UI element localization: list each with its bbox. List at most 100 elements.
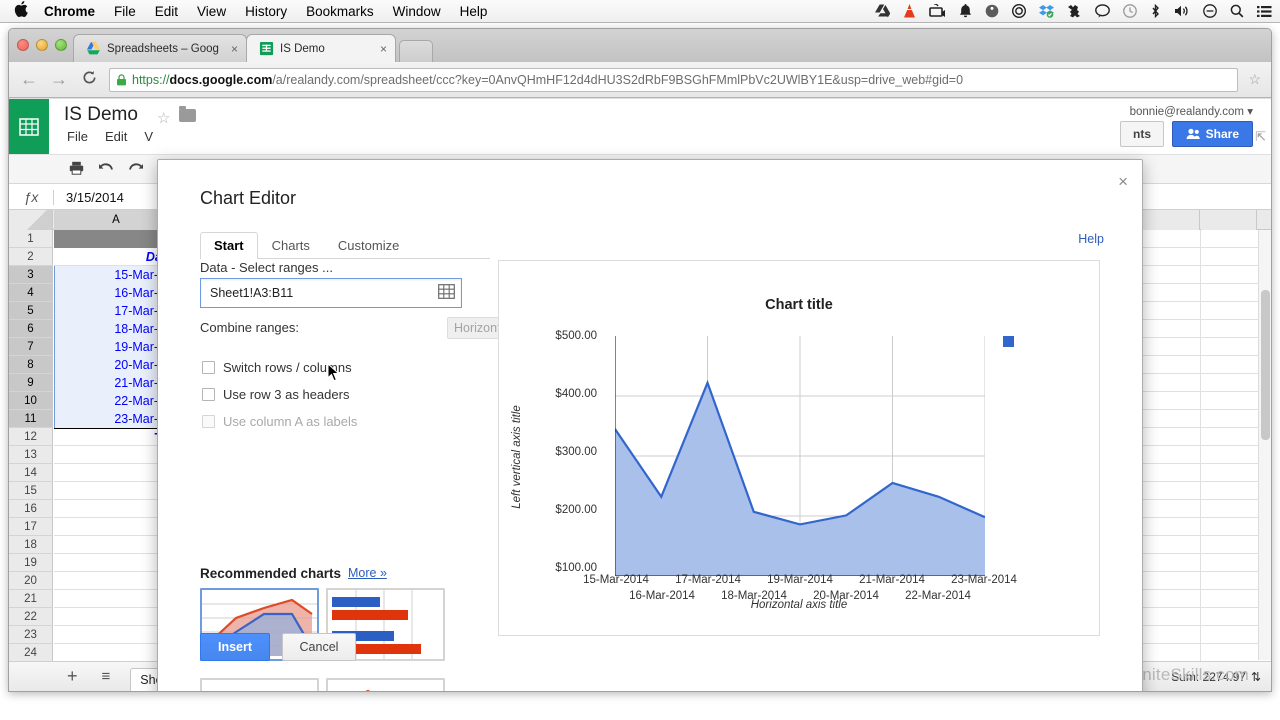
- row-header[interactable]: 10: [9, 392, 53, 410]
- redo-icon[interactable]: [128, 161, 144, 177]
- chat-bubble-icon[interactable]: [1095, 4, 1110, 18]
- move-to-folder-icon[interactable]: [179, 106, 196, 122]
- row-header[interactable]: 1: [9, 230, 53, 248]
- checkbox-box[interactable]: [202, 361, 215, 374]
- comments-button[interactable]: nts: [1120, 121, 1164, 147]
- google-sheets-logo-icon[interactable]: [9, 99, 49, 154]
- close-icon[interactable]: ×: [374, 42, 387, 56]
- reload-icon[interactable]: [79, 70, 99, 90]
- menu-chrome[interactable]: Chrome: [44, 4, 95, 19]
- row-header[interactable]: 22: [9, 608, 53, 626]
- vlc-cone-icon[interactable]: [903, 4, 916, 18]
- undo-icon[interactable]: [98, 161, 114, 177]
- add-sheet-button[interactable]: +: [67, 666, 78, 687]
- sum-stepper-icon[interactable]: ⇅: [1251, 670, 1261, 684]
- maximize-window-button[interactable]: [55, 39, 67, 51]
- select-all-corner[interactable]: [9, 210, 53, 230]
- column-header-next[interactable]: [1201, 210, 1257, 230]
- bookmark-star-icon[interactable]: ☆: [1248, 71, 1261, 88]
- do-not-disturb-icon[interactable]: [1203, 4, 1217, 18]
- line-chart-thumbnail[interactable]: [326, 678, 445, 691]
- row-header[interactable]: 20: [9, 572, 53, 590]
- airplay-icon[interactable]: [929, 4, 946, 18]
- star-document-icon[interactable]: ☆: [157, 109, 170, 127]
- tab-charts[interactable]: Charts: [258, 232, 324, 259]
- row-header[interactable]: 2: [9, 248, 53, 266]
- row-header[interactable]: 5: [9, 302, 53, 320]
- row-header[interactable]: 14: [9, 464, 53, 482]
- row-header[interactable]: 13: [9, 446, 53, 464]
- cancel-button[interactable]: Cancel: [282, 633, 356, 661]
- tab-is-demo[interactable]: IS Demo ×: [246, 34, 397, 62]
- print-icon[interactable]: [69, 161, 84, 178]
- row-header[interactable]: 7: [9, 338, 53, 356]
- menu-bookmarks[interactable]: Bookmarks: [306, 4, 374, 19]
- row-header[interactable]: 15: [9, 482, 53, 500]
- account-label[interactable]: bonnie@realandy.com ▾: [1130, 104, 1253, 118]
- row-header[interactable]: 16: [9, 500, 53, 518]
- row-header[interactable]: 11: [9, 410, 53, 428]
- range-input[interactable]: Sheet1!A3:B11: [200, 278, 462, 308]
- row-header[interactable]: 17: [9, 518, 53, 536]
- sheets-menu-edit[interactable]: Edit: [105, 129, 127, 144]
- tab-customize[interactable]: Customize: [324, 232, 413, 259]
- volume-icon[interactable]: [1174, 4, 1190, 18]
- menu-edit[interactable]: Edit: [155, 4, 178, 19]
- row-header[interactable]: 4: [9, 284, 53, 302]
- row-header[interactable]: 3: [9, 266, 53, 284]
- row-header[interactable]: 21: [9, 590, 53, 608]
- close-window-button[interactable]: [17, 39, 29, 51]
- bartender-icon[interactable]: [1067, 4, 1082, 18]
- row-header[interactable]: 18: [9, 536, 53, 554]
- menu-file[interactable]: File: [114, 4, 136, 19]
- close-icon[interactable]: ×: [225, 42, 238, 56]
- back-icon[interactable]: ←: [19, 69, 39, 90]
- sheets-menu-view[interactable]: V: [144, 129, 153, 144]
- row-header[interactable]: 19: [9, 554, 53, 572]
- row-header[interactable]: 8: [9, 356, 53, 374]
- new-tab-button[interactable]: [399, 40, 434, 62]
- bell-icon[interactable]: [959, 4, 972, 18]
- formula-input[interactable]: 3/15/2014: [54, 190, 124, 205]
- address-bar[interactable]: https://docs.google.com/a/realandy.com/s…: [109, 67, 1239, 92]
- help-link[interactable]: Help: [1078, 232, 1104, 246]
- row-header[interactable]: 9: [9, 374, 53, 392]
- column-chart-thumbnail[interactable]: [200, 678, 319, 691]
- clock-face-icon[interactable]: [985, 4, 999, 18]
- insert-button[interactable]: Insert: [200, 633, 270, 661]
- close-icon[interactable]: ×: [1118, 172, 1128, 192]
- menu-history[interactable]: History: [245, 4, 287, 19]
- forward-icon[interactable]: →: [49, 69, 69, 90]
- more-charts-link[interactable]: More »: [348, 566, 387, 580]
- recommended-charts-label: Recommended charts: [200, 566, 341, 581]
- menu-view[interactable]: View: [197, 4, 226, 19]
- legend-swatch[interactable]: [1003, 336, 1014, 347]
- spotlight-search-icon[interactable]: [1230, 4, 1244, 18]
- scrollbar-thumb[interactable]: [1261, 290, 1270, 440]
- tab-spreadsheets-google-drive[interactable]: Spreadsheets – Google Dri ×: [73, 34, 248, 62]
- bluetooth-icon[interactable]: [1150, 4, 1161, 18]
- share-button[interactable]: Share: [1171, 121, 1253, 147]
- minimize-window-button[interactable]: [36, 39, 48, 51]
- grid-picker-icon[interactable]: [438, 284, 455, 302]
- document-title[interactable]: IS Demo: [64, 104, 138, 126]
- all-sheets-button[interactable]: ≡: [102, 668, 111, 685]
- notification-center-icon[interactable]: [1257, 4, 1272, 18]
- checkbox-use-row-as-headers[interactable]: Use row 3 as headers: [202, 387, 349, 402]
- tab-start[interactable]: Start: [200, 232, 258, 259]
- resize-handle-icon[interactable]: ⇱: [1255, 129, 1266, 145]
- creative-cloud-icon[interactable]: [1012, 4, 1026, 18]
- vertical-scrollbar[interactable]: [1258, 230, 1271, 660]
- google-drive-icon[interactable]: [875, 4, 890, 18]
- row-header[interactable]: 12: [9, 428, 53, 446]
- time-machine-icon[interactable]: [1123, 4, 1137, 18]
- dropbox-icon[interactable]: [1039, 4, 1054, 18]
- sheets-menu-file[interactable]: File: [67, 129, 88, 144]
- checkbox-box[interactable]: [202, 388, 215, 401]
- apple-menu-icon[interactable]: [14, 0, 28, 20]
- row-header[interactable]: 6: [9, 320, 53, 338]
- row-header[interactable]: 24: [9, 644, 53, 662]
- menu-help[interactable]: Help: [460, 4, 488, 19]
- menu-window[interactable]: Window: [393, 4, 441, 19]
- row-header[interactable]: 23: [9, 626, 53, 644]
